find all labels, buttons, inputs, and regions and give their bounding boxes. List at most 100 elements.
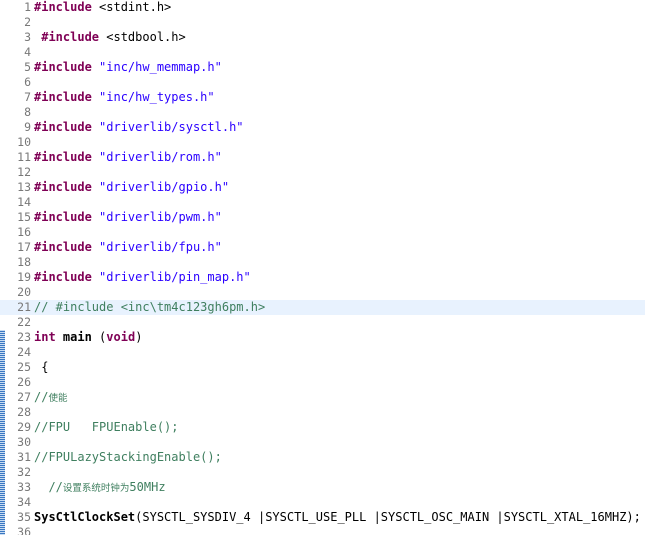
line-number: 17	[17, 240, 31, 254]
line-number: 11	[17, 150, 31, 164]
code-line[interactable]: 8	[0, 105, 645, 120]
code-line[interactable]: 16	[0, 225, 645, 240]
line-number: 15	[17, 210, 31, 224]
code-token: "driverlib/fpu.h"	[99, 240, 222, 254]
line-number: 7	[24, 90, 31, 104]
code-line[interactable]: 15 #include "driverlib/pwm.h"	[0, 210, 645, 225]
code-line[interactable]: 12	[0, 165, 645, 180]
code-editor[interactable]: 1 #include <stdint.h> 2 3 #include <stdbool…	[0, 0, 645, 535]
code-line[interactable]: 29//FPU FPUEnable();	[0, 420, 645, 435]
code-token: // #include <inc\tm4c123gh6pm.h>	[34, 300, 266, 314]
code-line[interactable]: 14	[0, 195, 645, 210]
code-token: SysCtlClockSet	[34, 510, 136, 524]
code-line[interactable]: 17 #include "driverlib/fpu.h"	[0, 240, 645, 255]
code-token: #include	[34, 0, 92, 14]
line-number: 12	[17, 165, 31, 179]
code-token: #include	[34, 60, 92, 74]
code-token: "driverlib/pin_map.h"	[99, 270, 251, 284]
code-line[interactable]: 34	[0, 495, 645, 510]
code-line[interactable]: 3 #include <stdbool.h>	[0, 30, 645, 45]
line-number: 24	[17, 345, 31, 359]
line-number: 18	[17, 255, 31, 269]
code-line[interactable]: 11 #include "driverlib/rom.h"	[0, 150, 645, 165]
code-line[interactable]: 6	[0, 75, 645, 90]
code-line[interactable]: 2	[0, 15, 645, 30]
code-token: main	[62, 330, 92, 344]
line-text: #include <stdbool.h>	[34, 30, 186, 45]
code-line[interactable]: 36	[0, 525, 645, 535]
code-token: "inc/hw_types.h"	[99, 90, 215, 104]
code-line[interactable]: 4	[0, 45, 645, 60]
code-line[interactable]: 9 #include "driverlib/sysctl.h"	[0, 120, 645, 135]
code-line[interactable]: 25 {	[0, 360, 645, 375]
line-number: 36	[17, 525, 31, 535]
code-token: //FPU FPUEnable();	[34, 420, 179, 434]
code-line[interactable]: 5 #include "inc/hw_memmap.h"	[0, 60, 645, 75]
line-text: #include "driverlib/gpio.h"	[34, 180, 229, 195]
code-line[interactable]: 10	[0, 135, 645, 150]
line-number: 28	[17, 405, 31, 419]
code-token: #include	[34, 270, 92, 284]
code-line[interactable]: 18	[0, 255, 645, 270]
code-token: #include	[34, 150, 92, 164]
code-line[interactable]: 27//使能	[0, 390, 645, 405]
line-number: 33	[17, 480, 31, 494]
code-token: <stdint.h>	[91, 0, 172, 14]
code-line[interactable]: 30	[0, 435, 645, 450]
code-line[interactable]: 26	[0, 375, 645, 390]
line-text: //FPU FPUEnable();	[34, 420, 179, 435]
code-token: )	[135, 330, 143, 344]
code-token: 使能	[48, 393, 68, 404]
line-number: 29	[17, 420, 31, 434]
code-line[interactable]: 7 #include "inc/hw_types.h"	[0, 90, 645, 105]
code-line[interactable]: 23 int main (void)	[0, 330, 645, 345]
code-token: void	[106, 330, 136, 344]
code-token: (SYSCTL_SYSDIV_4 |SYSCTL_USE_PLL |SYSCTL…	[135, 510, 641, 524]
line-text: {	[34, 360, 48, 375]
code-token: //	[34, 480, 63, 494]
line-number: 8	[24, 105, 31, 119]
line-text: //设置系统时钟为50MHz	[34, 480, 165, 496]
line-text: #include "driverlib/pwm.h"	[34, 210, 222, 225]
line-number: 5	[24, 60, 31, 74]
code-line[interactable]: 35 SysCtlClockSet(SYSCTL_SYSDIV_4 |SYSCTL…	[0, 510, 645, 525]
line-number: 3	[24, 30, 31, 44]
code-line[interactable]: 1 #include <stdint.h>	[0, 0, 645, 15]
line-text: #include "driverlib/fpu.h"	[34, 240, 222, 255]
code-line[interactable]: 13 #include "driverlib/gpio.h"	[0, 180, 645, 195]
code-token: #include	[34, 180, 92, 194]
code-token: <stdbool.h>	[99, 30, 186, 44]
code-token: 设置系统时钟为	[62, 483, 130, 494]
code-line[interactable]: 19 #include "driverlib/pin_map.h"	[0, 270, 645, 285]
code-line[interactable]: 20	[0, 285, 645, 300]
code-line[interactable]: 32	[0, 465, 645, 480]
code-line-current[interactable]: 21// #include <inc\tm4c123gh6pm.h>	[0, 300, 645, 315]
line-text: #include "driverlib/sysctl.h"	[34, 120, 244, 135]
code-line[interactable]: 31//FPULazyStackingEnable();	[0, 450, 645, 465]
code-token: "driverlib/rom.h"	[99, 150, 222, 164]
code-line[interactable]: 22	[0, 315, 645, 330]
line-number: 14	[17, 195, 31, 209]
line-text: #include "inc/hw_types.h"	[34, 90, 215, 105]
line-number: 32	[17, 465, 31, 479]
code-line[interactable]: 28	[0, 405, 645, 420]
code-line[interactable]: 33 //设置系统时钟为50MHz	[0, 480, 645, 495]
line-number: 26	[17, 375, 31, 389]
code-token: "driverlib/pwm.h"	[99, 210, 222, 224]
code-token: "driverlib/gpio.h"	[99, 180, 230, 194]
line-text: SysCtlClockSet(SYSCTL_SYSDIV_4 |SYSCTL_U…	[34, 510, 641, 525]
line-text: int main (void)	[34, 330, 142, 345]
line-text: //使能	[34, 390, 67, 406]
line-number: 13	[17, 180, 31, 194]
line-number: 31	[17, 450, 31, 464]
code-line[interactable]: 24	[0, 345, 645, 360]
line-number: 16	[17, 225, 31, 239]
line-number: 9	[24, 120, 31, 134]
line-text: //FPULazyStackingEnable();	[34, 450, 222, 465]
